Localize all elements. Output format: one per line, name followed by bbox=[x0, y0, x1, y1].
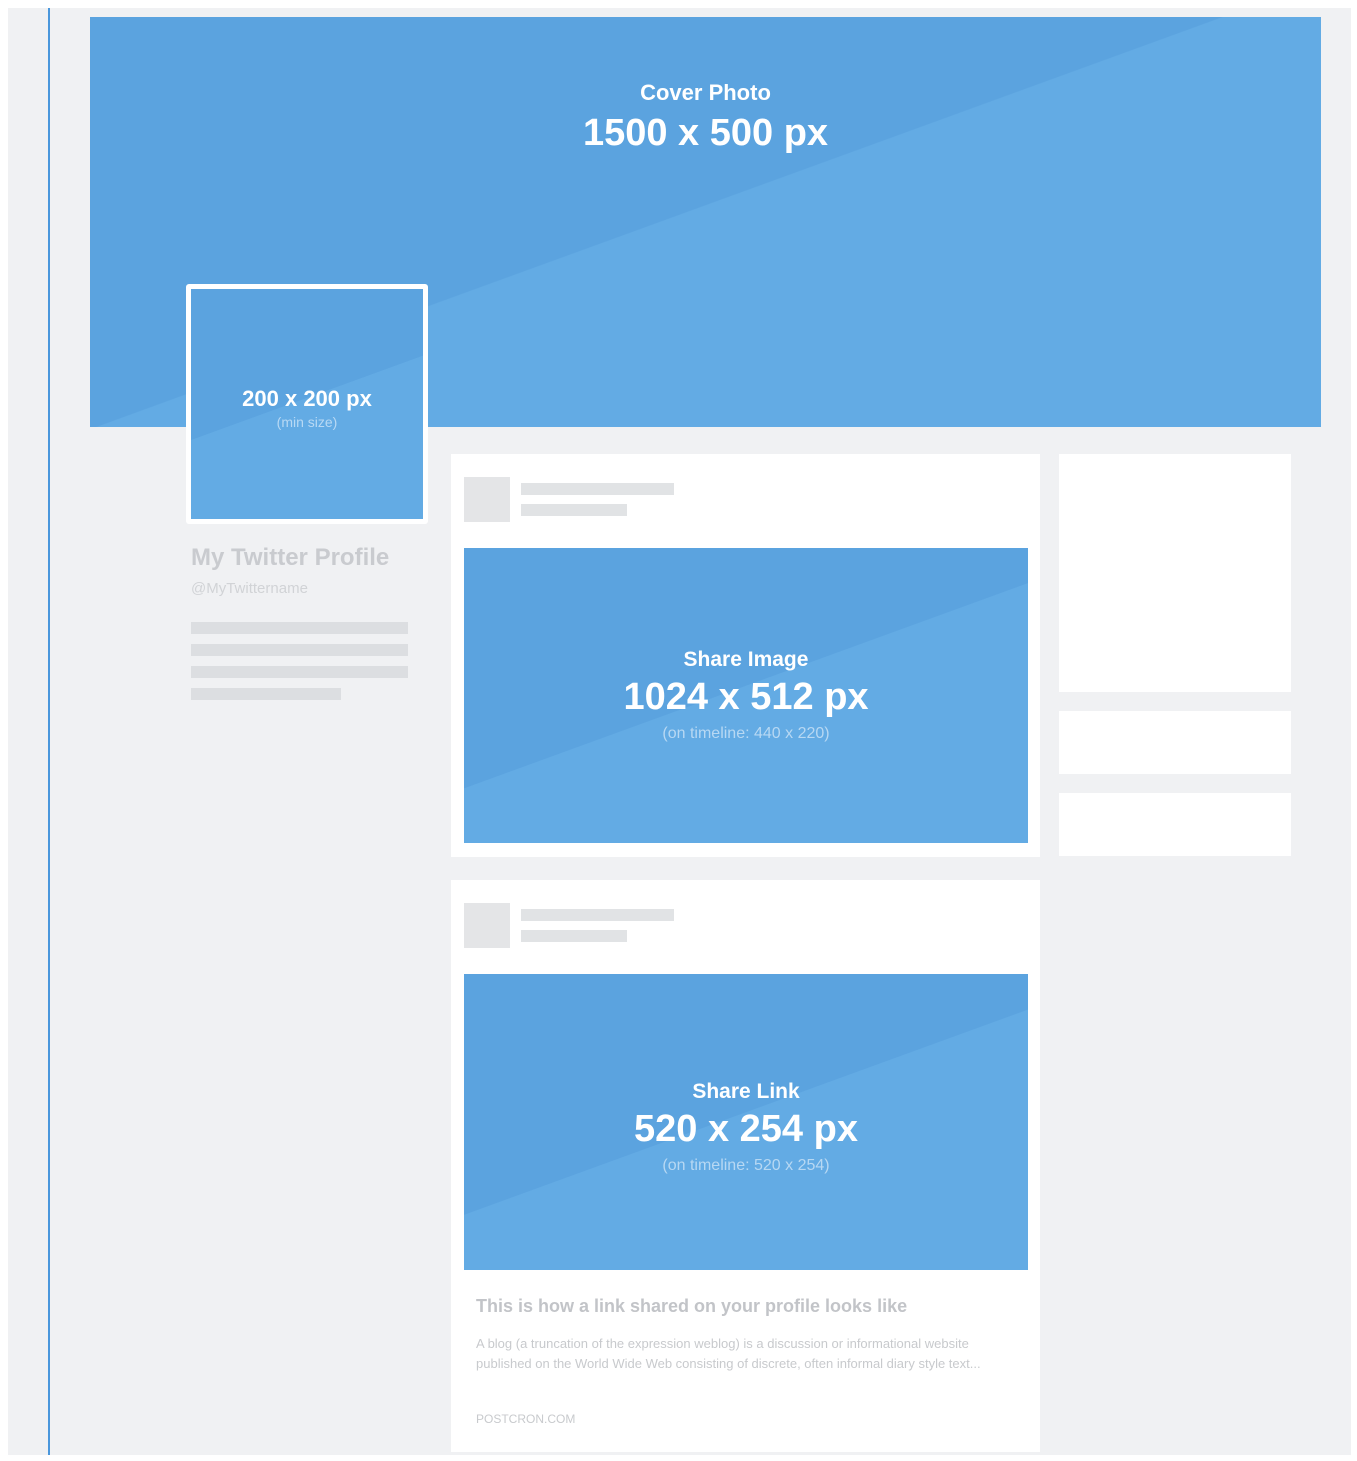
share-image-label: Share Image bbox=[683, 648, 809, 671]
tweet-avatar bbox=[464, 903, 510, 948]
bio-line bbox=[191, 666, 408, 678]
tweet-name-line bbox=[521, 483, 674, 495]
profile-name: My Twitter Profile bbox=[191, 544, 390, 571]
tweet-name-line bbox=[521, 909, 674, 921]
avatar-size: 200 x 200 px bbox=[242, 386, 372, 411]
sidebar-widget bbox=[1059, 454, 1291, 692]
share-link-label: Share Link bbox=[692, 1079, 800, 1103]
sidebar-widget bbox=[1059, 793, 1291, 856]
share-image-note: (on timeline: 440 x 220) bbox=[662, 725, 830, 742]
tweet-avatar bbox=[464, 477, 510, 522]
cover-photo-label: Cover Photo bbox=[640, 79, 771, 105]
share-link-note: (on timeline: 520 x 254) bbox=[662, 1156, 830, 1174]
link-title[interactable]: This is how a link shared on your profil… bbox=[476, 1296, 907, 1317]
share-image[interactable]: Share Image 1024 x 512 px (on timeline: … bbox=[464, 548, 1028, 843]
bio-line bbox=[191, 622, 408, 634]
share-link-image[interactable]: Share Link 520 x 254 px (on timeline: 52… bbox=[464, 974, 1028, 1270]
avatar-note: (min size) bbox=[276, 414, 338, 430]
cover-photo-size: 1500 x 500 px bbox=[582, 111, 829, 154]
avatar-image: 200 x 200 px (min size) bbox=[191, 289, 423, 519]
profile-handle[interactable]: @MyTwittername bbox=[191, 580, 308, 597]
left-edge-rule bbox=[48, 8, 50, 1455]
tweet-meta-line bbox=[521, 504, 627, 516]
tweet-meta-line bbox=[521, 930, 627, 942]
share-link-size: 520 x 254 px bbox=[634, 1107, 858, 1150]
bio-line bbox=[191, 644, 408, 656]
bio-line bbox=[191, 688, 341, 700]
link-domain: POSTCRON.COM bbox=[476, 1412, 576, 1426]
link-description: A blog (a truncation of the expression w… bbox=[476, 1336, 981, 1371]
sidebar-widget bbox=[1059, 711, 1291, 774]
profile-avatar[interactable]: 200 x 200 px (min size) bbox=[186, 284, 428, 524]
share-image-size: 1024 x 512 px bbox=[623, 676, 869, 718]
